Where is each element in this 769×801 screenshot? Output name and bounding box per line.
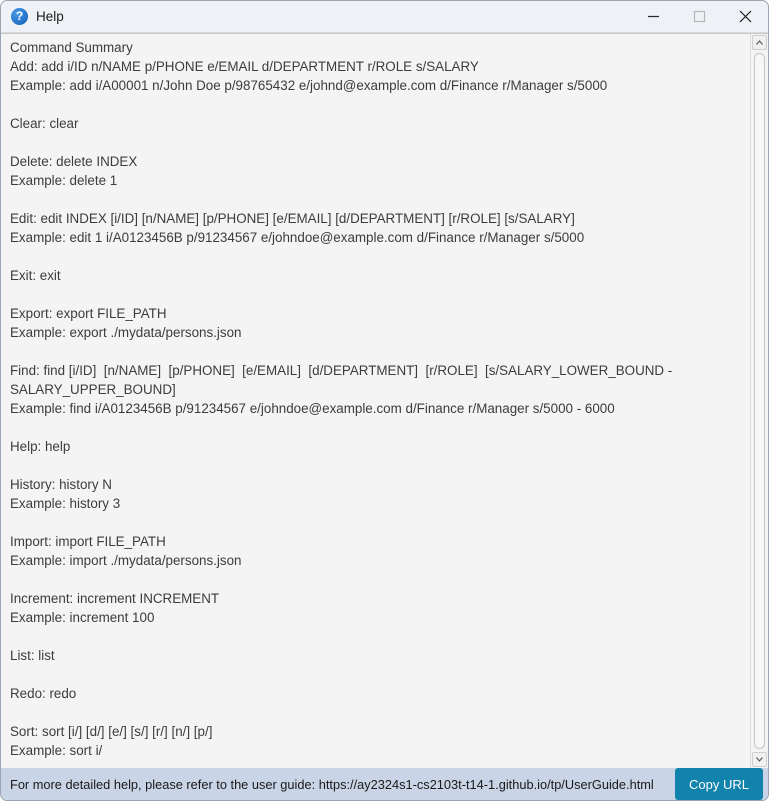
minimize-button[interactable] bbox=[630, 1, 676, 32]
close-button[interactable] bbox=[722, 1, 768, 32]
status-bar: For more detailed help, please refer to … bbox=[1, 768, 768, 800]
help-line: List: list bbox=[10, 648, 55, 663]
help-line: History: history N bbox=[10, 477, 112, 492]
help-line: Sort: sort [i/] [d/] [e/] [s/] [r/] [n/]… bbox=[10, 724, 213, 739]
help-line: Example: edit 1 i/A0123456B p/91234567 e… bbox=[10, 230, 585, 245]
help-line: Clear: clear bbox=[10, 116, 79, 131]
help-line: Example: find i/A0123456B p/91234567 e/j… bbox=[10, 401, 615, 416]
help-line: Edit: edit INDEX [i/ID] [n/NAME] [p/PHON… bbox=[10, 211, 575, 226]
scroll-down-button[interactable] bbox=[752, 752, 767, 767]
help-line: Increment: increment INCREMENT bbox=[10, 591, 220, 606]
help-line: Redo: redo bbox=[10, 686, 77, 701]
help-line: Import: import FILE_PATH bbox=[10, 534, 166, 549]
help-line: Find: find [i/ID] [n/NAME] [p/PHONE] [e/… bbox=[10, 363, 677, 397]
scrollbar-thumb[interactable] bbox=[754, 53, 765, 749]
copy-url-button[interactable]: Copy URL bbox=[675, 768, 763, 800]
help-line-spacer bbox=[10, 342, 740, 361]
help-line-spacer bbox=[10, 418, 740, 437]
window-title: Help bbox=[36, 9, 64, 24]
help-line: Example: history 3 bbox=[10, 496, 121, 511]
help-line-spacer bbox=[10, 133, 740, 152]
maximize-button[interactable] bbox=[676, 1, 722, 32]
help-line-spacer bbox=[10, 703, 740, 722]
help-line: Example: add i/A00001 n/John Doe p/98765… bbox=[10, 78, 608, 93]
help-content-area: Command Summary Add: add i/ID n/NAME p/PH… bbox=[1, 33, 768, 768]
help-line: Example: sort i/ bbox=[10, 743, 103, 758]
help-line-spacer bbox=[10, 665, 740, 684]
chevron-down-icon bbox=[756, 757, 763, 762]
close-icon bbox=[738, 9, 753, 24]
help-line: Export: export FILE_PATH bbox=[10, 306, 167, 321]
help-line-spacer bbox=[10, 247, 740, 266]
help-line-spacer bbox=[10, 570, 740, 589]
help-line: Add: add i/ID n/NAME p/PHONE e/EMAIL d/D… bbox=[10, 59, 479, 74]
help-line: Example: delete 1 bbox=[10, 173, 118, 188]
maximize-icon bbox=[693, 10, 706, 23]
help-line-spacer bbox=[10, 513, 740, 532]
help-line-spacer bbox=[10, 190, 740, 209]
help-line-spacer bbox=[10, 627, 740, 646]
title-bar: ? Help bbox=[1, 1, 768, 33]
help-line: Command Summary bbox=[10, 40, 133, 55]
help-window: ? Help Command Summary Add: add i/ID n/N… bbox=[0, 0, 769, 801]
help-line: Example: import ./mydata/persons.json bbox=[10, 553, 242, 568]
help-line: Example: increment 100 bbox=[10, 610, 155, 625]
minimize-icon bbox=[647, 10, 660, 23]
title-bar-left: ? Help bbox=[1, 8, 64, 25]
help-line-spacer bbox=[10, 95, 740, 114]
help-line-spacer bbox=[10, 285, 740, 304]
user-guide-message: For more detailed help, please refer to … bbox=[10, 776, 654, 792]
chevron-up-icon bbox=[756, 40, 763, 45]
scroll-up-button[interactable] bbox=[752, 35, 767, 50]
command-summary-text: Command Summary Add: add i/ID n/NAME p/PH… bbox=[1, 34, 750, 768]
help-line: Delete: delete INDEX bbox=[10, 154, 138, 169]
question-circle-icon: ? bbox=[11, 8, 28, 25]
window-controls bbox=[630, 1, 768, 32]
vertical-scrollbar[interactable] bbox=[750, 34, 768, 768]
help-line-spacer bbox=[10, 456, 740, 475]
help-line: Exit: exit bbox=[10, 268, 61, 283]
help-line: Example: export ./mydata/persons.json bbox=[10, 325, 242, 340]
scrollbar-track[interactable] bbox=[752, 51, 767, 751]
help-line: Help: help bbox=[10, 439, 71, 454]
